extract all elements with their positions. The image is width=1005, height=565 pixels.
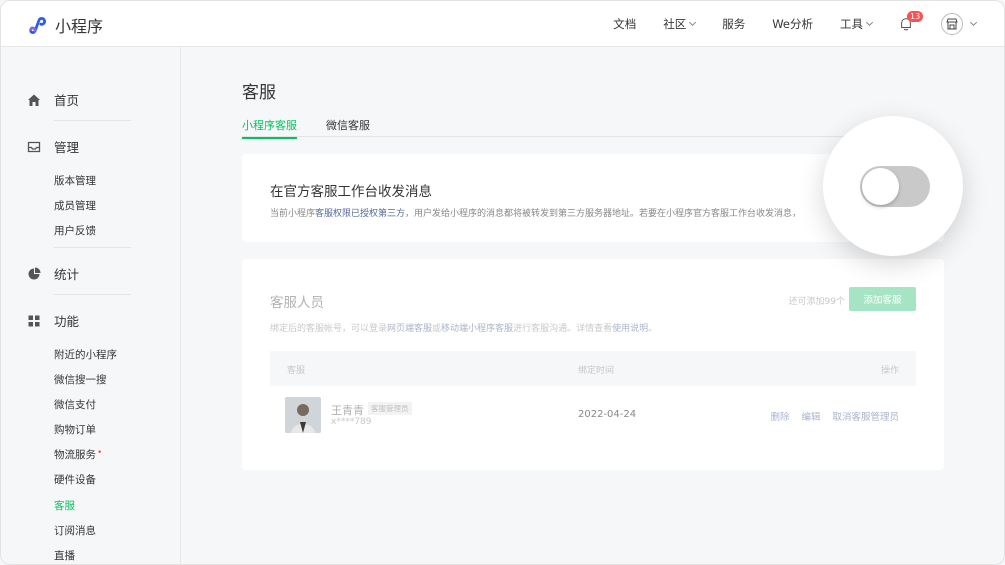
sidebar-item-label: 功能	[54, 314, 80, 329]
sidebar-item-stats[interactable]: 统计	[27, 264, 79, 283]
tab-bar: 小程序客服 微信客服	[242, 117, 862, 139]
sidebar-item-live[interactable]: 直播	[54, 548, 75, 563]
desc-text: 或	[432, 324, 442, 334]
agents-card: 客服人员 还可添加99个 添加客服 绑定后的客服帐号，可以登录网页端客服或移动端…	[242, 259, 944, 470]
sidebar-item-nearby[interactable]: 附近的小程序	[54, 347, 117, 362]
sidebar-item-features[interactable]: 功能	[27, 311, 79, 330]
top-nav: 文档 社区 服务 We分析 工具 13	[613, 1, 1004, 47]
divider	[54, 294, 131, 295]
role-badge: 客服管理员	[368, 402, 412, 415]
app-name: 小程序	[55, 17, 104, 36]
pie-chart-icon	[27, 267, 41, 281]
sidebar-item-label: 首页	[54, 93, 80, 108]
table-header: 客服 绑定时间 操作	[270, 351, 916, 386]
account-menu[interactable]	[941, 13, 978, 35]
desc-text: 。	[648, 324, 658, 334]
store-icon	[946, 18, 958, 30]
sidebar-item-logistics[interactable]: 物流服务•	[54, 447, 102, 462]
sidebar-item-subscribe[interactable]: 订阅消息	[54, 523, 96, 538]
divider	[54, 120, 131, 121]
sidebar-item-home[interactable]: 首页	[27, 90, 79, 109]
sidebar-item-members[interactable]: 成员管理	[54, 198, 96, 213]
sidebar-item-version[interactable]: 版本管理	[54, 173, 96, 188]
sidebar-item-feedback[interactable]: 用户反馈	[54, 223, 96, 238]
home-icon	[27, 93, 41, 107]
card-title: 客服人员	[270, 295, 324, 311]
chevron-down-icon	[969, 18, 978, 27]
page-title: 客服	[242, 83, 276, 103]
row-actions: 删除 编辑 取消客服管理员	[758, 409, 899, 423]
delete-button[interactable]: 删除	[770, 409, 789, 423]
official-workbench-toggle[interactable]	[860, 166, 930, 207]
remaining-count: 还可添加99个	[788, 297, 845, 307]
usage-guide-link[interactable]: 使用说明	[612, 324, 648, 334]
column-header: 绑定时间	[578, 366, 615, 376]
toggle-knob	[862, 168, 899, 205]
miniprogram-logo-icon	[29, 16, 46, 34]
inbox-icon	[27, 140, 41, 154]
desc-text: 进行客服沟通。详情查看	[513, 324, 613, 334]
chevron-down-icon	[689, 18, 697, 27]
agent-name: 王青青	[331, 404, 364, 417]
sidebar: 首页 管理 版本管理 成员管理 用户反馈 统计 功能 附近的小程序 微信搜一搜	[1, 47, 181, 564]
table-row: 王青青 客服管理员 x****789 2022-04-24 删除 编辑 取消客服…	[270, 387, 916, 441]
divider	[54, 247, 131, 248]
sidebar-item-hardware[interactable]: 硬件设备	[54, 472, 96, 487]
top-bar: 小程序 文档 社区 服务 We分析 工具 13	[1, 1, 1004, 47]
column-header: 操作	[880, 366, 899, 376]
sidebar-item-manage[interactable]: 管理	[27, 137, 79, 156]
new-dot-icon: •	[97, 448, 103, 458]
avatar	[285, 397, 321, 433]
card-title: 在官方客服工作台收发消息	[270, 184, 432, 200]
grid-icon	[27, 314, 41, 328]
tab-miniprogram-service[interactable]: 小程序客服	[242, 117, 297, 139]
nav-tools-label: 工具	[840, 17, 863, 31]
chevron-down-icon	[865, 18, 874, 27]
desc-text: 绑定后的客服帐号，可以登录	[270, 324, 388, 334]
card-description: 当前小程序客服权限已授权第三方，用户发给小程序的消息都将被转发到第三方服务器地址…	[270, 206, 840, 219]
sidebar-item-customer-service[interactable]: 客服	[54, 498, 75, 513]
sidebar-item-search[interactable]: 微信搜一搜	[54, 372, 107, 387]
nav-tools[interactable]: 工具	[840, 16, 874, 32]
bind-date: 2022-04-24	[578, 409, 637, 420]
column-header: 客服	[287, 366, 306, 376]
tab-wechat-service[interactable]: 微信客服	[326, 117, 370, 133]
edit-button[interactable]: 编辑	[801, 409, 820, 423]
nav-docs[interactable]: 文档	[613, 16, 636, 32]
mobile-client-link[interactable]: 移动端小程序客服	[441, 324, 513, 334]
nav-we-analytics[interactable]: We分析	[772, 16, 813, 32]
nav-community-label: 社区	[663, 17, 687, 31]
person-avatar-icon	[285, 397, 321, 433]
app-logo[interactable]: 小程序	[27, 13, 103, 37]
agent-id: x****789	[331, 417, 372, 427]
sidebar-item-pay[interactable]: 微信支付	[54, 397, 96, 412]
magnifier-callout	[823, 116, 963, 256]
add-agent-button[interactable]: 添加客服	[849, 287, 916, 311]
revoke-admin-button[interactable]: 取消客服管理员	[832, 409, 899, 423]
notification-button[interactable]: 13	[899, 11, 924, 32]
desc-text: ，用户发给小程序的消息都将被转发到第三方服务器地址。若要在小程序官方客服工作台收…	[405, 209, 802, 219]
web-client-link[interactable]: 网页端客服	[387, 324, 432, 334]
sidebar-item-orders[interactable]: 购物订单	[54, 422, 96, 437]
sidebar-item-label: 管理	[54, 140, 80, 155]
sidebar-item-label: 统计	[54, 267, 80, 282]
store-avatar	[941, 13, 963, 35]
sidebar-item-label: 物流服务	[54, 449, 96, 461]
desc-text: 当前小程序	[270, 209, 316, 219]
authorized-third-party-link[interactable]: 客服权限已授权第三方	[315, 209, 405, 219]
card-description: 绑定后的客服帐号，可以登录网页端客服或移动端小程序客服进行客服沟通。详情查看使用…	[270, 321, 657, 334]
nav-services[interactable]: 服务	[722, 16, 745, 32]
nav-community[interactable]: 社区	[663, 16, 697, 32]
notification-badge: 13	[907, 11, 924, 22]
app-window: 小程序 文档 社区 服务 We分析 工具 13 首页 管理 版本管理 成员管理 …	[0, 0, 1005, 565]
